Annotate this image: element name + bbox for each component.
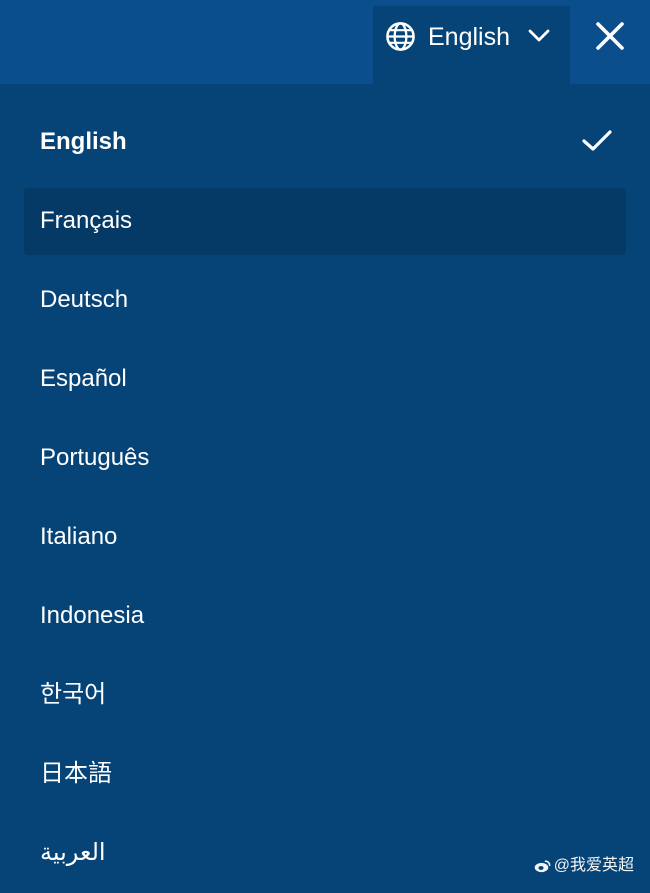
language-option-espanol[interactable]: Español <box>0 340 650 419</box>
watermark-text: @我爱英超 <box>553 857 634 874</box>
current-language-label: English <box>428 23 510 51</box>
language-list: English Français Deutsch Español Portugu… <box>0 103 650 893</box>
language-option-indonesia[interactable]: Indonesia <box>0 577 650 656</box>
language-label: العربية <box>40 839 106 866</box>
language-label: 한국어 <box>40 681 107 708</box>
language-label: Français <box>40 207 133 234</box>
language-label: Português <box>40 444 150 471</box>
language-option-francais[interactable]: Français <box>0 182 650 261</box>
top-bar: English <box>0 0 650 84</box>
language-label: Italiano <box>40 523 118 550</box>
watermark: @我爱英超 <box>534 856 634 876</box>
language-label: Español <box>40 365 127 392</box>
language-option-italiano[interactable]: Italiano <box>0 498 650 577</box>
language-option-deutsch[interactable]: Deutsch <box>0 261 650 340</box>
weibo-logo-icon <box>534 860 551 873</box>
language-label: 日本語 <box>40 760 112 787</box>
chevron-down-icon <box>528 29 550 42</box>
language-option-japanese[interactable]: 日本語 <box>0 735 650 814</box>
language-option-korean[interactable]: 한국어 <box>0 656 650 735</box>
language-dropdown-toggle[interactable]: English <box>373 6 570 84</box>
language-label: English <box>40 128 127 155</box>
language-option-arabic[interactable]: العربية <box>0 814 650 893</box>
checkmark-icon <box>582 130 612 151</box>
close-icon[interactable] <box>588 14 632 58</box>
language-option-portugues[interactable]: Português <box>0 419 650 498</box>
globe-icon <box>386 22 415 51</box>
language-label: Indonesia <box>40 602 145 629</box>
language-label: Deutsch <box>40 286 129 313</box>
language-option-english[interactable]: English <box>0 103 650 182</box>
